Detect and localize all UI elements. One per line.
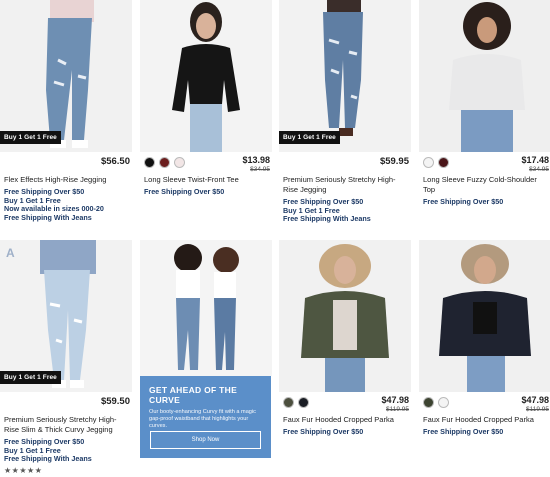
- product-name[interactable]: Flex Effects High-Rise Jegging: [0, 175, 132, 185]
- color-swatch[interactable]: [438, 157, 449, 168]
- product-price: $56.50: [100, 156, 130, 167]
- product-card[interactable]: $47.98 $119.95 Faux Fur Hooded Cropped Pa…: [419, 240, 550, 437]
- promo-banner[interactable]: GET AHEAD OF THE CURVE Our booty-enhanci…: [140, 376, 271, 458]
- rating-stars[interactable]: ★★★★★: [0, 464, 132, 477]
- color-swatch[interactable]: [423, 157, 434, 168]
- promo-text: Free Shipping Over $50: [283, 427, 364, 436]
- promo-text: Free Shipping With Jeans: [4, 454, 92, 463]
- product-image[interactable]: [140, 0, 272, 152]
- product-price: $59.50: [100, 396, 130, 407]
- color-swatch[interactable]: [283, 397, 294, 408]
- promo-image[interactable]: [140, 240, 272, 376]
- product-image[interactable]: Buy 1 Get 1 Free: [0, 0, 132, 152]
- product-image[interactable]: [419, 0, 550, 152]
- promo-text: Free Shipping Over $50: [423, 197, 504, 206]
- promo-banner-title: GET AHEAD OF THE CURVE: [149, 385, 238, 405]
- product-name[interactable]: Faux Fur Hooded Cropped Parka: [279, 415, 411, 425]
- promo-photo-card[interactable]: [140, 240, 272, 376]
- promo-banner-text: Our booty-enhancing Curvy fit with a mag…: [149, 409, 256, 429]
- color-swatch[interactable]: [298, 397, 309, 408]
- product-name[interactable]: Faux Fur Hooded Cropped Parka: [419, 415, 550, 425]
- color-swatch[interactable]: [159, 157, 170, 168]
- original-price: $34.95: [529, 166, 549, 173]
- product-card[interactable]: A Buy 1 Get 1 Free $59.50 Premium Seriou…: [0, 240, 132, 477]
- promo-badge: Buy 1 Get 1 Free: [0, 371, 61, 384]
- product-card[interactable]: Buy 1 Get 1 Free $59.95 Premium Seriousl…: [279, 0, 411, 224]
- product-name[interactable]: Premium Seriously Stretchy High-Rise Sli…: [0, 415, 132, 435]
- product-name[interactable]: Premium Seriously Stretchy High-Rise Jeg…: [279, 175, 411, 195]
- product-price: $47.98: [381, 395, 409, 405]
- product-card[interactable]: $13.98 $34.95 Long Sleeve Twist-Front Tee…: [140, 0, 272, 197]
- product-card[interactable]: Buy 1 Get 1 Free $56.50 Flex Effects Hig…: [0, 0, 132, 222]
- original-price: $119.95: [525, 406, 549, 413]
- promo-text: Free Shipping With Jeans: [4, 212, 92, 222]
- promo-badge: Buy 1 Get 1 Free: [279, 131, 340, 144]
- product-price: $17.48: [521, 155, 549, 165]
- promo-text: Free Shipping Over $50: [144, 187, 225, 196]
- product-price: $47.98: [521, 395, 549, 405]
- color-swatch[interactable]: [144, 157, 155, 168]
- product-card[interactable]: $17.48 $34.95 Long Sleeve Fuzzy Cold-Shou…: [419, 0, 550, 207]
- product-card[interactable]: $47.98 $119.95 Faux Fur Hooded Cropped Pa…: [279, 240, 411, 437]
- promo-badge: Buy 1 Get 1 Free: [0, 131, 61, 144]
- shop-now-button[interactable]: Shop Now: [150, 431, 261, 449]
- original-price: $34.95: [250, 166, 270, 173]
- product-image[interactable]: [279, 240, 411, 392]
- brand-logo-icon: A: [6, 246, 15, 260]
- color-swatch[interactable]: [174, 157, 185, 168]
- product-price: $13.98: [242, 155, 270, 165]
- product-name[interactable]: Long Sleeve Fuzzy Cold-Shoulder Top: [419, 175, 550, 195]
- product-image[interactable]: A Buy 1 Get 1 Free: [0, 240, 132, 392]
- product-image[interactable]: [419, 240, 550, 392]
- product-name[interactable]: Long Sleeve Twist-Front Tee: [140, 175, 272, 185]
- original-price: $119.95: [385, 406, 409, 413]
- color-swatch[interactable]: [423, 397, 434, 408]
- promo-text: Free Shipping Over $50: [423, 427, 504, 436]
- product-image[interactable]: Buy 1 Get 1 Free: [279, 0, 411, 152]
- promo-text: Free Shipping With Jeans: [283, 214, 371, 223]
- product-price: $59.95: [379, 156, 409, 167]
- color-swatch[interactable]: [438, 397, 449, 408]
